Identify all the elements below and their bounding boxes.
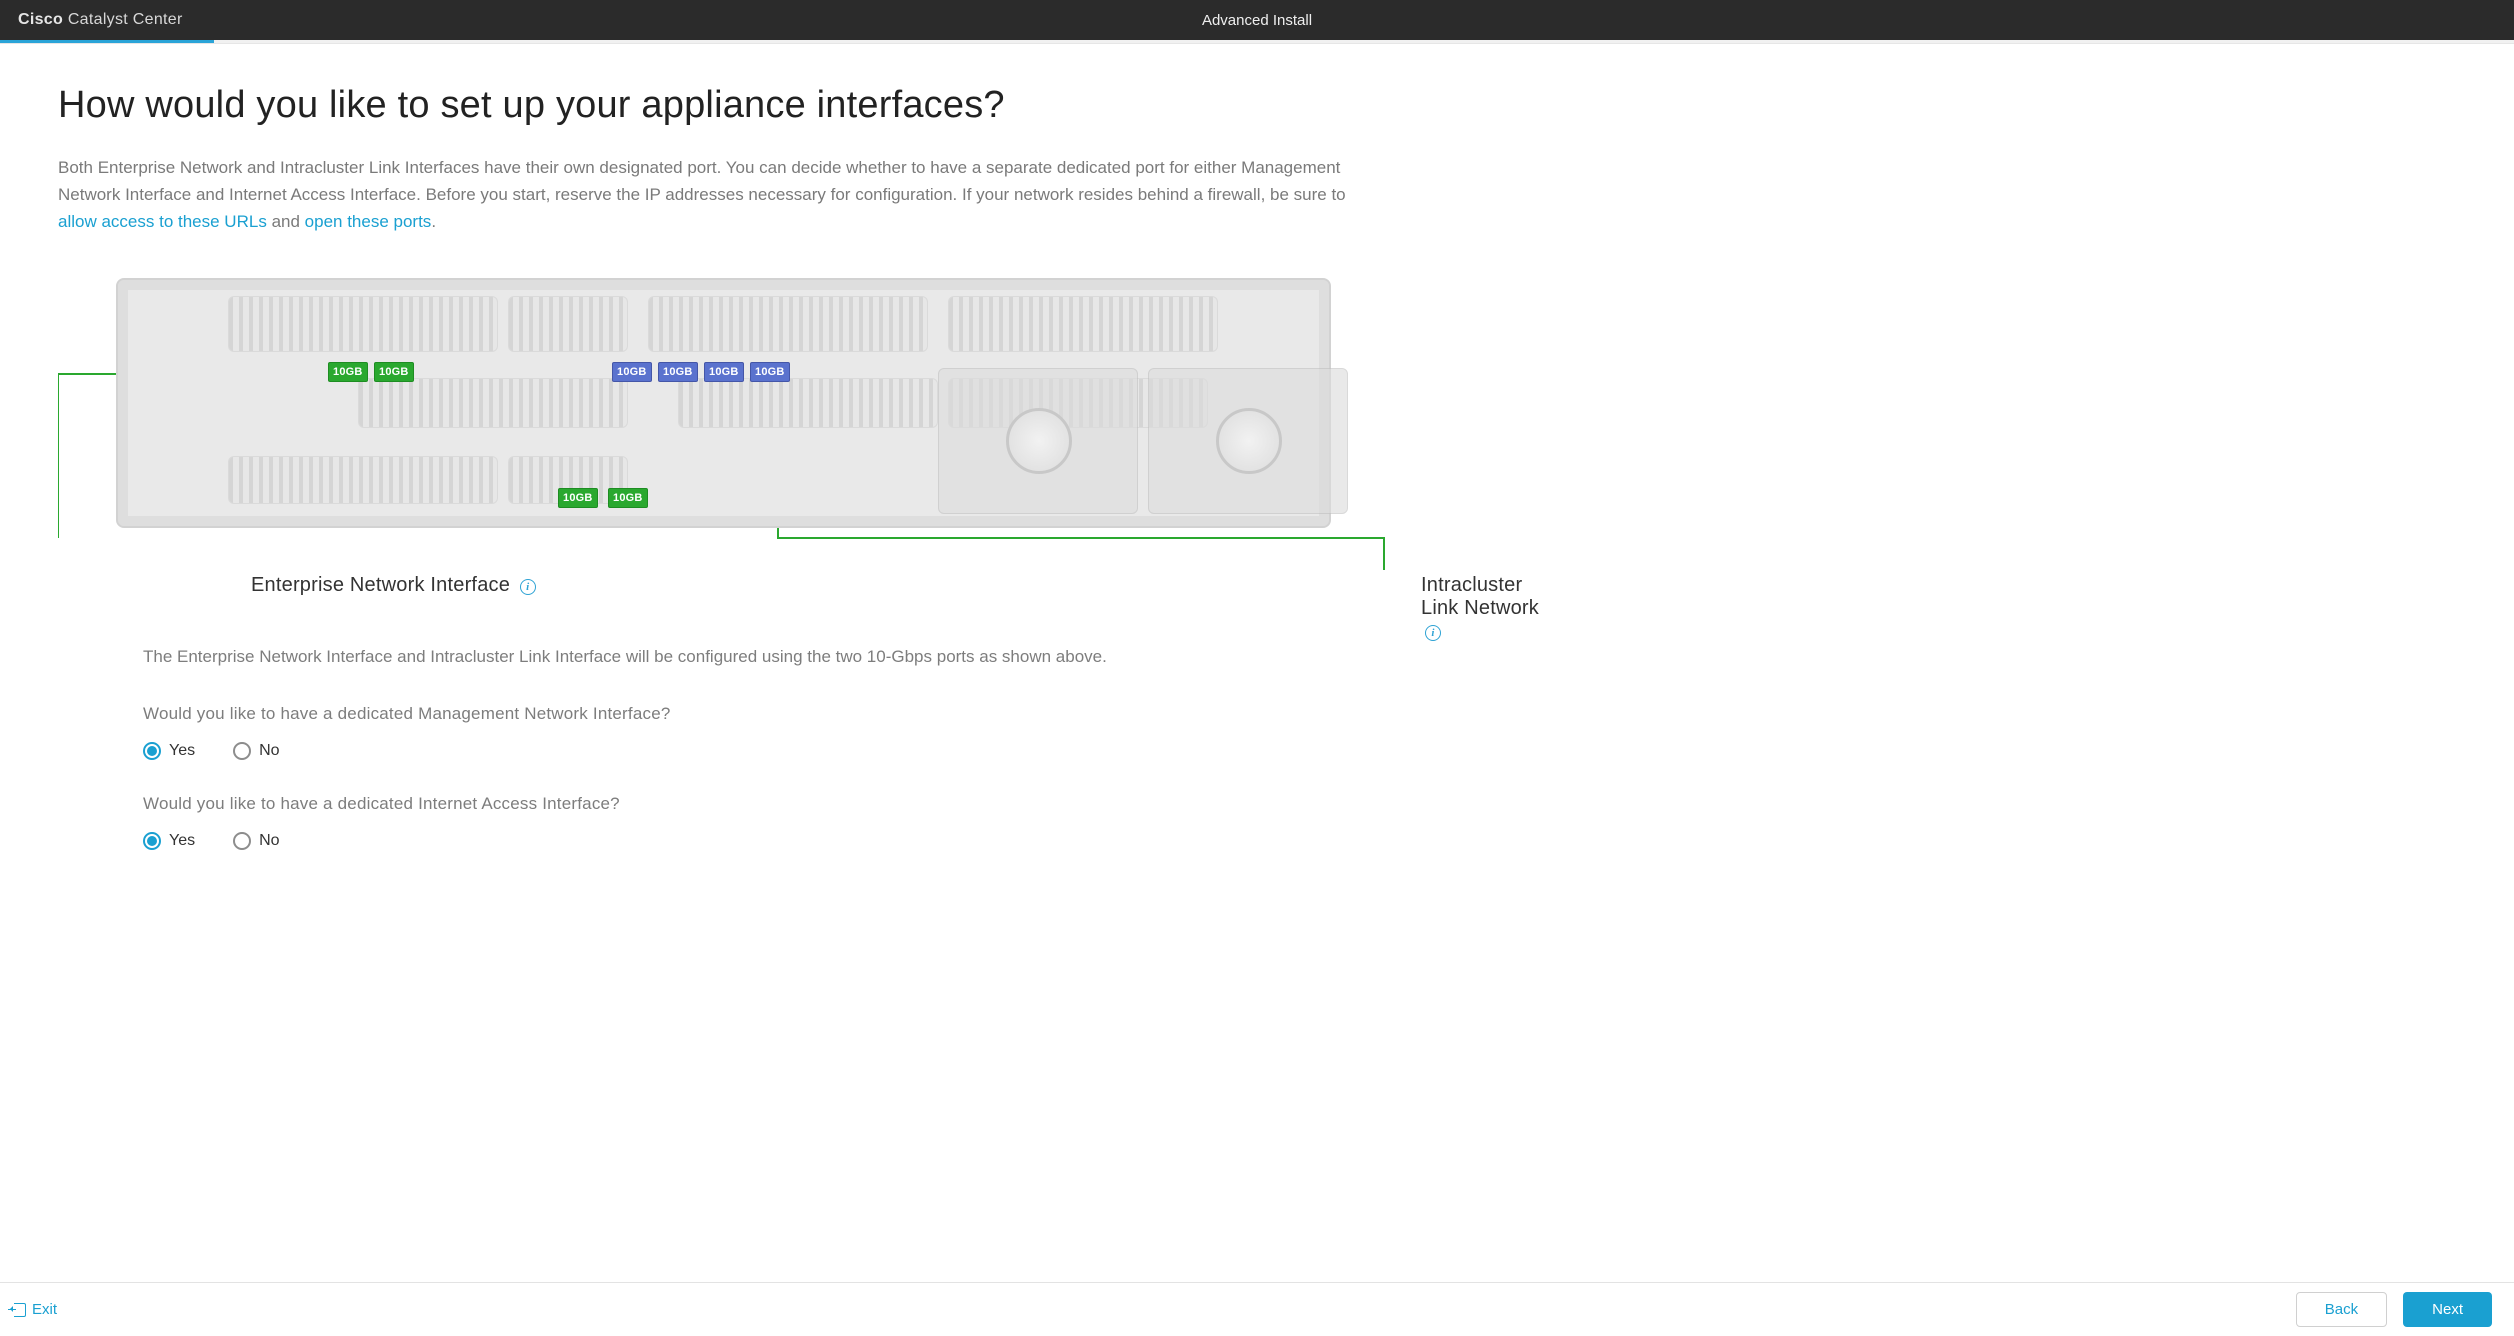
- progress-fill: [0, 40, 214, 43]
- vent-panel: [508, 296, 628, 352]
- vent-panel: [228, 296, 498, 352]
- brand-bold: Cisco: [18, 11, 63, 28]
- exit-icon: [14, 1303, 26, 1317]
- port-10gb-blue: 10GB: [704, 362, 744, 382]
- radio-dot-icon: [233, 742, 251, 760]
- wizard-footer: Exit Back Next: [0, 1282, 2514, 1336]
- link-open-ports[interactable]: open these ports: [305, 212, 432, 231]
- appliance-chassis: 10GB 10GB 10GB 10GB 10GB 10GB 10GB 10GB: [116, 278, 1331, 528]
- intracluster-interface-label: Intracluster Link Network i: [1421, 574, 1562, 643]
- radio-mgmt-no[interactable]: No: [233, 742, 279, 760]
- wizard-title: Advanced Install: [1202, 12, 1312, 29]
- radio-inet-no[interactable]: No: [233, 832, 279, 850]
- enterprise-interface-text: Enterprise Network Interface: [251, 574, 510, 596]
- exit-button[interactable]: Exit: [14, 1301, 57, 1318]
- radio-dot-icon: [143, 742, 161, 760]
- radio-group-internet: Yes No: [143, 832, 1562, 850]
- next-button[interactable]: Next: [2403, 1292, 2492, 1327]
- radio-dot-icon: [233, 832, 251, 850]
- port-10gb-blue: 10GB: [612, 362, 652, 382]
- port-10gb-green: 10GB: [558, 488, 598, 508]
- appliance-diagram: 10GB 10GB 10GB 10GB 10GB 10GB 10GB 10GB …: [58, 278, 1562, 614]
- footer-buttons: Back Next: [2296, 1292, 2492, 1327]
- question-management-interface: Would you like to have a dedicated Manag…: [143, 704, 1562, 724]
- intro-text: Both Enterprise Network and Intracluster…: [58, 155, 1388, 236]
- question-internet-interface: Would you like to have a dedicated Inter…: [143, 794, 1562, 814]
- port-10gb-blue: 10GB: [658, 362, 698, 382]
- page-heading: How would you like to set up your applia…: [58, 84, 1562, 127]
- vent-panel: [228, 456, 498, 504]
- radio-label: No: [259, 832, 279, 850]
- exit-label: Exit: [32, 1301, 57, 1318]
- vent-panel: [948, 296, 1218, 352]
- fan-icon: [1216, 408, 1282, 474]
- radio-group-management: Yes No: [143, 742, 1562, 760]
- fan-icon: [1006, 408, 1072, 474]
- radio-dot-icon: [143, 832, 161, 850]
- port-10gb-green: 10GB: [328, 362, 368, 382]
- intracluster-interface-text: Intracluster Link Network: [1421, 574, 1539, 619]
- vent-panel: [648, 296, 928, 352]
- enterprise-interface-label: Enterprise Network Interface i: [251, 574, 536, 597]
- info-icon[interactable]: i: [1425, 625, 1441, 641]
- radio-label: Yes: [169, 832, 195, 850]
- brand: Cisco Catalyst Center: [18, 11, 183, 29]
- vent-panel: [358, 378, 628, 428]
- radio-inet-yes[interactable]: Yes: [143, 832, 195, 850]
- back-button[interactable]: Back: [2296, 1292, 2387, 1327]
- link-allow-urls[interactable]: allow access to these URLs: [58, 212, 267, 231]
- info-icon[interactable]: i: [520, 579, 536, 595]
- top-bar: Cisco Catalyst Center Advanced Install: [0, 0, 2514, 40]
- port-10gb-green: 10GB: [374, 362, 414, 382]
- radio-mgmt-yes[interactable]: Yes: [143, 742, 195, 760]
- port-10gb-blue: 10GB: [750, 362, 790, 382]
- radio-label: No: [259, 742, 279, 760]
- config-note: The Enterprise Network Interface and Int…: [143, 644, 1443, 670]
- intro-c: .: [431, 212, 436, 231]
- brand-light: Catalyst Center: [68, 11, 183, 28]
- radio-label: Yes: [169, 742, 195, 760]
- intro-a: Both Enterprise Network and Intracluster…: [58, 158, 1346, 204]
- interface-labels: Enterprise Network Interface i Intraclus…: [116, 574, 1562, 614]
- port-10gb-green: 10GB: [608, 488, 648, 508]
- vent-panel: [678, 378, 938, 428]
- page-content: How would you like to set up your applia…: [0, 44, 1620, 970]
- intro-b: and: [272, 212, 305, 231]
